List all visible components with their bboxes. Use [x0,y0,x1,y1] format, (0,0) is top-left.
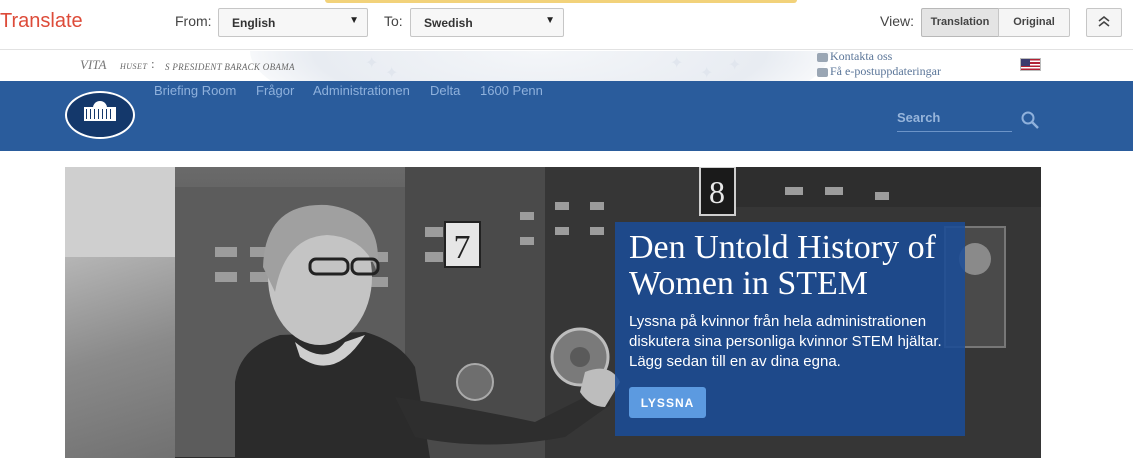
hero-title[interactable]: Den Untold History of Women in STEM [629,230,959,302]
decor-star-icon: ✦ [728,57,742,74]
collapse-toolbar-button[interactable] [1086,8,1122,37]
speech-bubble-icon [817,52,828,62]
search-input[interactable]: Search [897,110,1012,132]
chevron-down-icon: ▼ [545,15,555,26]
to-label: To: [384,13,403,29]
panel-number-7: 7 [454,229,471,266]
decor-star-icon: ✦ [385,65,399,81]
decor-star-icon: ✦ [365,55,379,72]
chevron-down-icon: ▼ [349,15,359,26]
translate-toolbar: Translate From: English ▼ To: Swedish ▼ … [0,0,1133,50]
search-icon[interactable] [1021,111,1039,129]
from-label: From: [175,13,212,29]
nav-item-delta[interactable]: Delta [430,83,460,98]
to-language-select[interactable]: Swedish ▼ [410,8,564,37]
site-utility-strip: ✦ ✦ ✦ ✦ ✦ VITA HUSET : S PRESIDENT BARAC… [0,51,1133,81]
view-translation-button[interactable]: Translation [921,8,999,37]
main-navbar: Briefing Room Frågor Administrationen De… [0,81,1133,151]
listen-button[interactable]: LYSSNA [629,387,706,418]
from-language-value: English [232,16,276,30]
site-title-colon: : [151,56,155,71]
email-updates-link[interactable]: Få e-postuppdateringar [817,64,941,79]
mail-icon [817,67,828,77]
decor-star-icon: ✦ [700,65,714,81]
nav-item-fragor[interactable]: Frågor [256,83,294,98]
view-original-button[interactable]: Original [998,8,1070,37]
view-label: View: [880,13,914,29]
hero-feature-panel: Den Untold History of Women in STEM Lyss… [615,222,965,436]
decor-star-icon: ✦ [670,55,684,72]
email-updates-label: Få e-postuppdateringar [830,64,941,78]
nav-item-1600-penn[interactable]: 1600 Penn [480,83,543,98]
nav-item-briefing-room[interactable]: Briefing Room [154,83,236,98]
toolbar-highlight-strip [325,0,797,3]
contact-link[interactable]: Kontakta oss [817,51,892,64]
chevron-up-icon [1098,15,1110,27]
site-title-president[interactable]: S PRESIDENT BARACK OBAMA [165,62,295,72]
translate-brand[interactable]: Translate [0,10,83,33]
contact-label: Kontakta oss [830,51,893,63]
site-title-vita[interactable]: VITA [80,57,106,73]
hero-description: Lyssna på kvinnor från hela administrati… [629,313,942,370]
flag-canton [1021,59,1030,66]
seal-background [250,51,830,81]
nav-item-administrationen[interactable]: Administrationen [313,83,410,98]
to-language-value: Swedish [424,16,473,30]
white-house-logo[interactable] [65,91,135,139]
panel-number-8: 8 [709,174,725,210]
logo-columns [86,109,114,119]
from-language-select[interactable]: English ▼ [218,8,368,37]
us-flag-icon[interactable] [1020,58,1041,71]
site-title-huset[interactable]: HUSET [120,62,147,71]
